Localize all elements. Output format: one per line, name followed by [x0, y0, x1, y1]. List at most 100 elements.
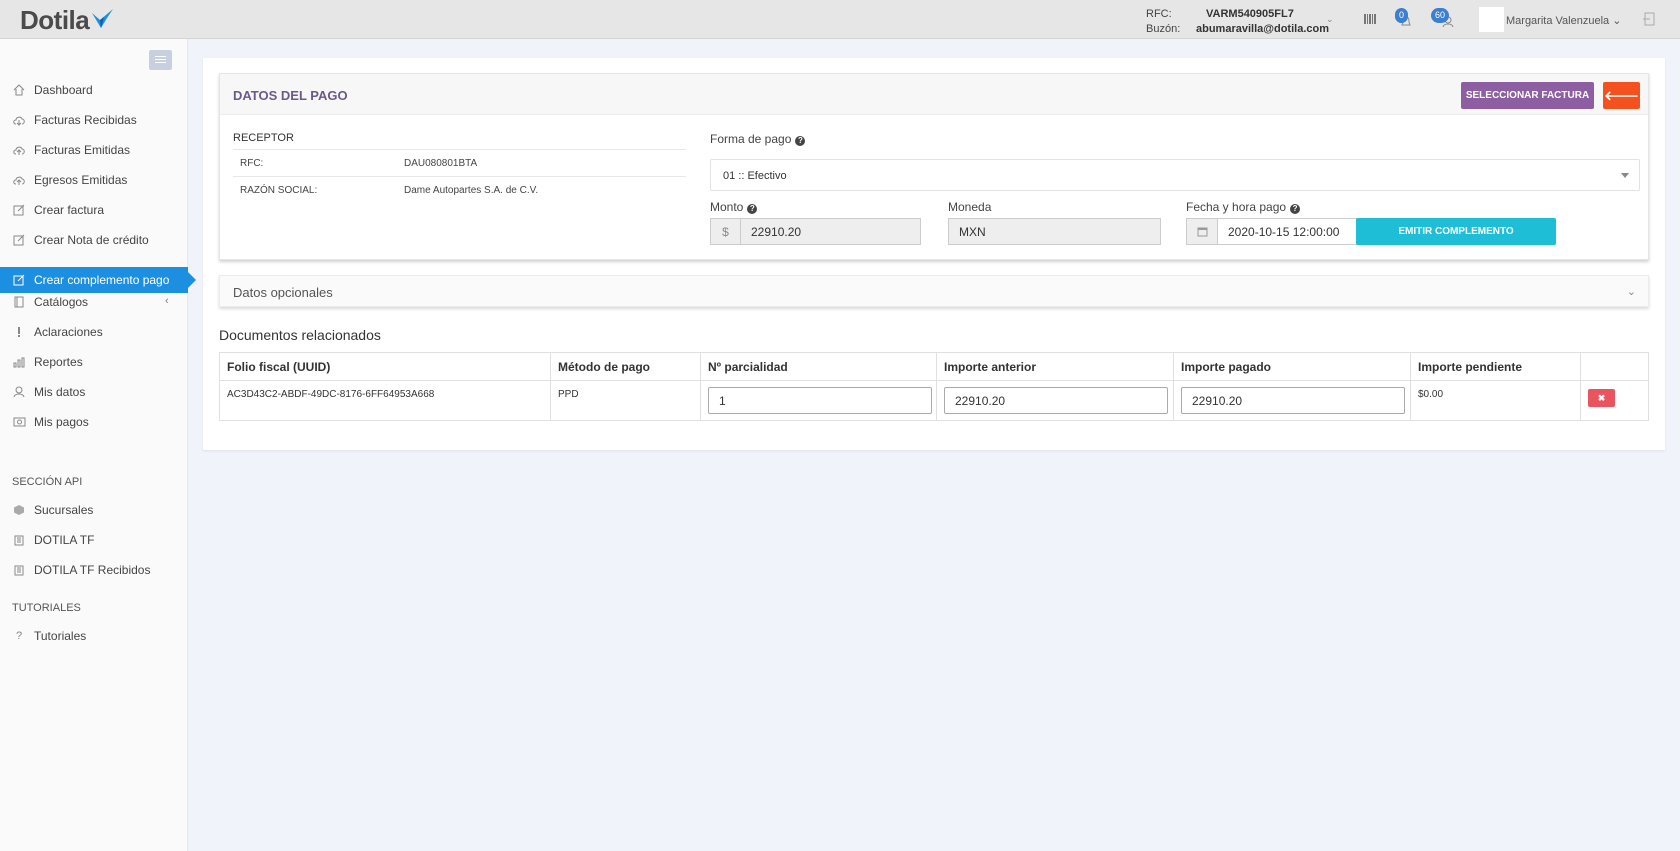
sidebar-item-egresos-emitidas[interactable]: Egresos Emitidas: [0, 167, 188, 193]
fecha-label: Fecha y hora pago?: [1186, 200, 1301, 214]
sidebar-item-label: DOTILA TF: [34, 533, 95, 547]
documentos-table: Folio fiscal (UUID) Método de pago Nº pa…: [219, 352, 1649, 421]
cloud-upload-icon: [12, 143, 26, 157]
close-icon: ✖: [1597, 392, 1606, 403]
sidebar-item-label: Mis datos: [34, 385, 86, 399]
book-icon: [12, 295, 26, 309]
metodo-cell: PPD: [550, 380, 701, 421]
sidebar-item-catalogos[interactable]: Catálogos ‹: [0, 289, 188, 315]
sidebar-item-label: Facturas Emitidas: [34, 143, 131, 157]
uuid-cell: AC3D43C2-ABDF-49DC-8176-6FF64953A668: [219, 380, 551, 421]
dotila-logo[interactable]: Dotila: [20, 5, 115, 35]
sidebar-item-facturas-recibidas[interactable]: Facturas Recibidas: [0, 107, 188, 133]
help-icon[interactable]: ?: [1290, 204, 1301, 214]
sidebar-item-label: Crear Nota de crédito: [34, 233, 149, 247]
buzon-value: abumaravilla@dotila.com: [1196, 23, 1329, 35]
sidebar-item-dashboard[interactable]: Dashboard: [0, 77, 188, 103]
sidebar-item-label: Reportes: [34, 355, 83, 369]
importe-pendiente-cell: $0.00: [1410, 380, 1581, 421]
parcialidad-cell: 1: [700, 380, 937, 421]
sidebar-toggle-button[interactable]: [149, 50, 172, 70]
sidebar-item-label: Mis pagos: [34, 415, 89, 429]
datos-opcionales-panel[interactable]: Datos opcionales ⌄: [219, 275, 1649, 307]
sidebar-item-label: Crear factura: [34, 203, 105, 217]
documentos-relacionados-title: Documentos relacionados: [219, 327, 381, 343]
importe-anterior-cell: 22910.20: [936, 380, 1174, 421]
sidebar-item-mis-pagos[interactable]: Mis pagos: [0, 409, 188, 435]
sidebar: Dashboard Facturas Recibidas Facturas Em…: [0, 39, 196, 851]
help-icon[interactable]: ?: [747, 204, 758, 214]
back-button[interactable]: 🡐: [1603, 82, 1640, 109]
top-bar: Dotila RFC: VARM540905FL7 Buzón: abumaravi…: [0, 0, 1680, 39]
seleccionar-factura-button[interactable]: SELECCIONAR FACTURA: [1461, 82, 1594, 109]
calendar-icon[interactable]: [1186, 218, 1218, 245]
delete-row-button[interactable]: ✖: [1588, 389, 1615, 407]
chevron-left-icon: ‹: [165, 295, 169, 307]
sidebar-item-dotila-tf-recibidos[interactable]: DOTILA TF Recibidos: [0, 557, 188, 583]
barcode-icon: [12, 533, 26, 547]
edit-icon: [12, 233, 26, 247]
forma-pago-select[interactable]: 01 :: Efectivo: [710, 159, 1640, 191]
help-icon[interactable]: ?: [795, 136, 806, 146]
question-icon: ?: [15, 630, 23, 642]
sidebar-item-dotila-tf[interactable]: DOTILA TF: [0, 527, 188, 553]
rfc-value: VARM540905FL7: [1206, 8, 1294, 20]
sidebar-item-label: Catálogos: [34, 295, 89, 309]
sidebar-item-aclaraciones[interactable]: Aclaraciones: [0, 319, 188, 345]
sidebar-item-label: Dashboard: [34, 83, 93, 97]
receptor-rfc-row: RFC: DAU080801BTA: [233, 149, 686, 176]
column-header: Método de pago: [550, 352, 701, 381]
sidebar-item-facturas-emitidas[interactable]: Facturas Emitidas: [0, 137, 188, 163]
cube-icon: [12, 503, 26, 517]
table-row: AC3D43C2-ABDF-49DC-8176-6FF64953A668 PPD…: [219, 380, 1649, 421]
sidebar-item-label: Crear complemento pago: [34, 273, 170, 287]
sidebar-item-reportes[interactable]: Reportes: [0, 349, 188, 375]
emitir-complemento-button[interactable]: EMITIR COMPLEMENTO: [1356, 218, 1556, 245]
datos-pago-header: DATOS DEL PAGO SELECCIONAR FACTURA 🡐: [220, 74, 1648, 115]
datos-opcionales-title: Datos opcionales: [233, 285, 333, 300]
sidebar-item-mis-datos[interactable]: Mis datos: [0, 379, 188, 405]
logout-icon[interactable]: [1642, 11, 1658, 30]
sidebar-item-tutoriales[interactable]: ? Tutoriales: [0, 623, 188, 649]
receptor-rfc-value: DAU080801BTA: [404, 158, 478, 169]
caret-down-icon: [1621, 173, 1629, 178]
moneda-field[interactable]: MXN: [948, 218, 1161, 245]
home-icon: [12, 83, 26, 97]
column-header: [1580, 352, 1649, 381]
parcialidad-input[interactable]: 1: [708, 387, 932, 414]
sidebar-item-sucursales[interactable]: Sucursales: [0, 497, 188, 523]
monto-field[interactable]: 22910.20: [740, 218, 921, 245]
column-header: Nº parcialidad: [700, 352, 937, 381]
user-menu[interactable]: Margarita Valenzuela ⌄: [1506, 14, 1621, 27]
bird-logo-icon: [92, 9, 114, 28]
importe-anterior-input[interactable]: 22910.20: [944, 387, 1168, 414]
chevron-down-icon: ⌄: [1626, 286, 1636, 298]
section-api-heading: SECCIÓN API: [12, 476, 83, 488]
forma-pago-label-text: Forma de pago: [710, 132, 792, 146]
sidebar-item-crear-factura[interactable]: Crear factura: [0, 197, 188, 223]
rfc-label: RFC:: [1146, 8, 1172, 20]
barcode-icon[interactable]: [1364, 13, 1376, 27]
rfc-dropdown-icon[interactable]: ⌄: [1326, 14, 1334, 25]
column-header: Importe anterior: [936, 352, 1174, 381]
sidebar-item-label: Sucursales: [34, 503, 94, 517]
importe-pagado-input[interactable]: 22910.20: [1181, 387, 1405, 414]
rfc-info[interactable]: RFC: VARM540905FL7 Buzón: abumaravilla@dot…: [1146, 7, 1329, 37]
sidebar-item-label: Egresos Emitidas: [34, 173, 128, 187]
actions-cell: ✖: [1580, 380, 1649, 421]
forma-pago-label: Forma de pago?: [710, 132, 806, 146]
sidebar-item-crear-nota-credito[interactable]: Crear Nota de crédito: [0, 227, 188, 253]
notification-badge: 0: [1395, 8, 1409, 23]
receptor-rfc-label: RFC:: [240, 158, 264, 169]
moneda-label: Moneda: [948, 200, 992, 214]
users-badge: 60: [1431, 8, 1450, 23]
edit-icon: [12, 203, 26, 217]
currency-addon: $: [710, 218, 741, 245]
sidebar-item-label: DOTILA TF Recibidos: [34, 563, 151, 577]
avatar[interactable]: [1479, 7, 1504, 32]
logo-text: Dotila: [20, 4, 90, 35]
sidebar-item-label: Tutoriales: [34, 629, 87, 643]
importe-pagado-cell: 22910.20: [1173, 380, 1411, 421]
bar-chart-icon: [12, 355, 26, 369]
monto-label-text: Monto: [710, 200, 744, 214]
